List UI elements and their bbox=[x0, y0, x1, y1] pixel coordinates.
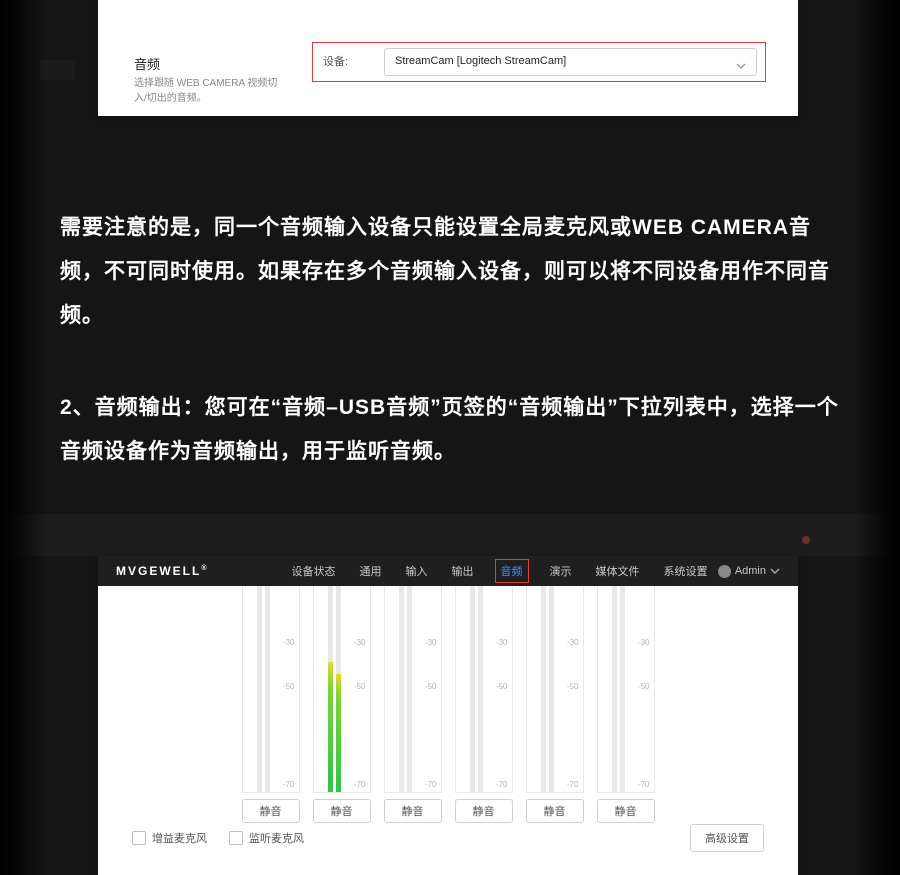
meter-bar-left bbox=[470, 586, 475, 792]
tick-label: -70 bbox=[567, 780, 579, 789]
admin-label: Admin bbox=[735, 565, 766, 577]
section-title-audio: 音频 bbox=[134, 54, 160, 73]
tick-label: -70 bbox=[425, 780, 437, 789]
nav-item-3[interactable]: 输出 bbox=[449, 559, 477, 583]
nav-item-1[interactable]: 通用 bbox=[357, 559, 385, 583]
tick-label: -30 bbox=[425, 638, 437, 647]
meter-bar-left bbox=[399, 586, 404, 792]
meter-bar-right bbox=[336, 586, 341, 792]
meter-bar-right bbox=[407, 586, 412, 792]
tick-label: -30 bbox=[567, 638, 579, 647]
device-select[interactable]: StreamCam [Logitech StreamCam] bbox=[384, 48, 757, 76]
tick-label: -70 bbox=[354, 780, 366, 789]
meter-bar-right bbox=[620, 586, 625, 792]
screenshot-audio-device: 音频 选择跟随 WEB CAMERA 视频切入/切出的音频。 设备: Strea… bbox=[98, 0, 798, 116]
tick-label: -50 bbox=[567, 682, 579, 691]
meter-5: -30 -50 -70 bbox=[597, 586, 655, 793]
tick-label: -50 bbox=[425, 682, 437, 691]
meter-3: -30 -50 -70 bbox=[455, 586, 513, 793]
meter-bar-left bbox=[612, 586, 617, 792]
body-paragraph-1: 需要注意的是，同一个音频输入设备只能设置全局麦克风或WEB CAMERA音频，不… bbox=[60, 206, 840, 338]
meter-0: -30 -50 -70 bbox=[242, 586, 300, 793]
tick-label: -70 bbox=[638, 780, 650, 789]
meters-area: -30-50-70-30-50-70-30-50-70-30-50-70-30-… bbox=[98, 586, 798, 818]
chevron-down-icon bbox=[770, 566, 780, 576]
meter-bar-left bbox=[541, 586, 546, 792]
nav-menu: 设备状态通用输入输出音频演示媒体文件系统设置 bbox=[289, 559, 711, 583]
screenshot-audio-mixer: MVGEWELL® 设备状态通用输入输出音频演示媒体文件系统设置 Admin -… bbox=[98, 556, 798, 875]
checkbox-label: 监听麦克风 bbox=[249, 830, 304, 846]
checkbox-icon bbox=[229, 831, 243, 845]
tick-label: -30 bbox=[354, 638, 366, 647]
nav-item-2[interactable]: 输入 bbox=[403, 559, 431, 583]
nav-item-0[interactable]: 设备状态 bbox=[289, 559, 339, 583]
device-field-label: 设备: bbox=[323, 53, 348, 69]
checkbox-monitor-mic[interactable]: 监听麦克风 bbox=[229, 830, 304, 846]
brand-logo: MVGEWELL® bbox=[116, 564, 209, 578]
nav-item-4[interactable]: 音频 bbox=[495, 559, 529, 583]
top-nav: MVGEWELL® 设备状态通用输入输出音频演示媒体文件系统设置 Admin bbox=[98, 556, 798, 586]
nav-item-7[interactable]: 系统设置 bbox=[661, 559, 711, 583]
tick-label: -50 bbox=[354, 682, 366, 691]
checkbox-gain-mic[interactable]: 增益麦克风 bbox=[132, 830, 207, 846]
meter-bar-right bbox=[265, 586, 270, 792]
meter-4: -30 -50 -70 bbox=[526, 586, 584, 793]
tick-label: -30 bbox=[496, 638, 508, 647]
checkbox-icon bbox=[132, 831, 146, 845]
tick-label: -50 bbox=[283, 682, 295, 691]
tick-label: -70 bbox=[496, 780, 508, 789]
nav-item-5[interactable]: 演示 bbox=[547, 559, 575, 583]
tick-label: -50 bbox=[638, 682, 650, 691]
advanced-settings-button[interactable]: 高级设置 bbox=[690, 824, 764, 852]
tick-label: -70 bbox=[283, 780, 295, 789]
meter-bar-right bbox=[478, 586, 483, 792]
avatar-icon bbox=[718, 565, 731, 578]
admin-dropdown[interactable]: Admin bbox=[718, 565, 780, 578]
device-select-value: StreamCam [Logitech StreamCam] bbox=[395, 55, 566, 67]
nav-item-6[interactable]: 媒体文件 bbox=[593, 559, 643, 583]
tick-label: -50 bbox=[496, 682, 508, 691]
body-paragraph-2: 2、音频输出：您可在“音频–USB音频”页签的“音频输出”下拉列表中，选择一个音… bbox=[60, 386, 840, 474]
meter-2: -30 -50 -70 bbox=[384, 586, 442, 793]
bottom-controls: 增益麦克风 监听麦克风 高级设置 bbox=[98, 818, 798, 858]
checkbox-label: 增益麦克风 bbox=[152, 830, 207, 846]
meter-bar-left bbox=[257, 586, 262, 792]
tick-label: -30 bbox=[283, 638, 295, 647]
meter-bar-right bbox=[549, 586, 554, 792]
section-desc-audio: 选择跟随 WEB CAMERA 视频切入/切出的音频。 bbox=[134, 76, 284, 106]
meter-bar-left bbox=[328, 586, 333, 792]
meter-1: -30 -50 -70 bbox=[313, 586, 371, 793]
device-field-highlight: 设备: StreamCam [Logitech StreamCam] bbox=[312, 42, 766, 82]
chevron-down-icon bbox=[736, 58, 746, 76]
tick-label: -30 bbox=[638, 638, 650, 647]
